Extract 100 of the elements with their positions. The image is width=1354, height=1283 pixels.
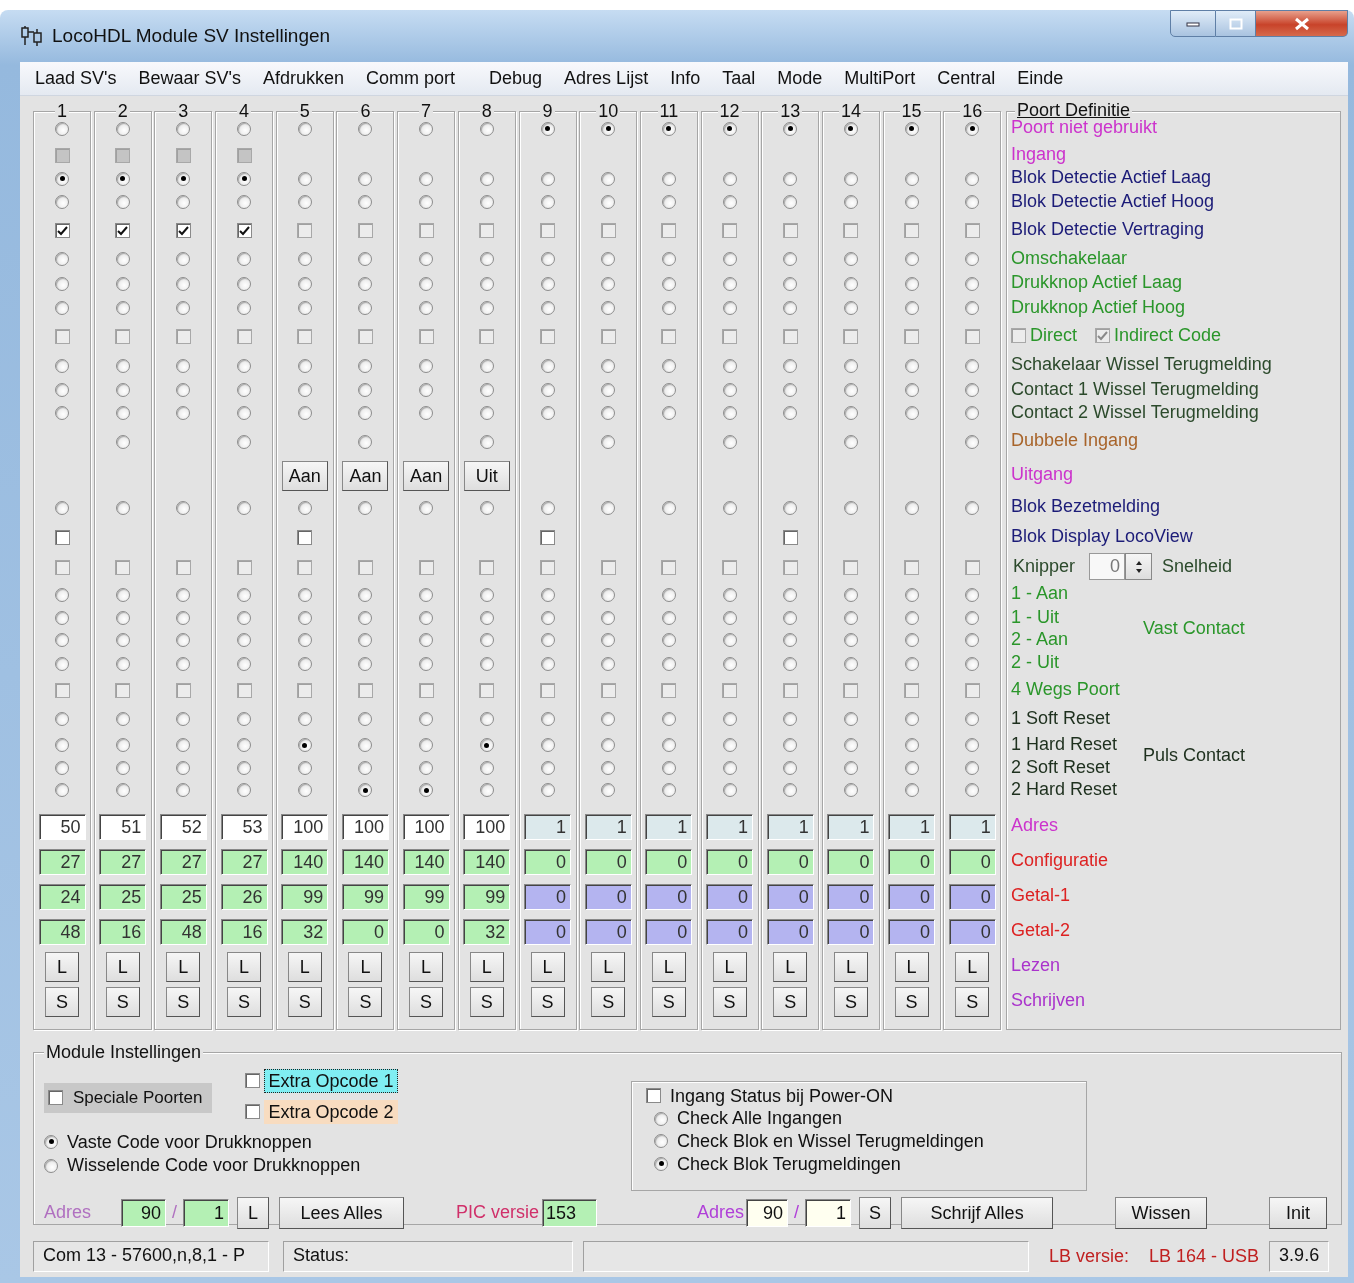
radio-button[interactable] bbox=[115, 301, 130, 315]
radio-button[interactable] bbox=[540, 301, 555, 315]
radio-button[interactable] bbox=[176, 171, 191, 186]
radio-button[interactable] bbox=[722, 195, 737, 209]
clear-button[interactable]: Wissen bbox=[1115, 1196, 1208, 1229]
checkbox[interactable] bbox=[54, 223, 70, 238]
value-field[interactable]: 52 bbox=[159, 813, 207, 840]
value-field[interactable]: 0 bbox=[706, 848, 754, 875]
radio-button[interactable] bbox=[843, 633, 858, 647]
menu-item[interactable]: Comm port bbox=[355, 68, 467, 89]
radio-button[interactable] bbox=[55, 611, 69, 625]
radio-button[interactable] bbox=[783, 712, 798, 726]
radio-button[interactable] bbox=[661, 121, 676, 136]
radio-button[interactable] bbox=[661, 301, 676, 315]
radio-button[interactable] bbox=[419, 633, 434, 647]
radio-button[interactable] bbox=[55, 656, 69, 671]
radio-button[interactable] bbox=[722, 301, 737, 315]
radio-button[interactable] bbox=[601, 121, 616, 136]
value-field[interactable]: 99 bbox=[402, 883, 450, 910]
write-button[interactable]: S bbox=[591, 986, 626, 1017]
radio-button[interactable] bbox=[904, 301, 919, 315]
radio-button[interactable] bbox=[479, 383, 494, 397]
radio-button[interactable] bbox=[843, 656, 858, 671]
checkbox[interactable] bbox=[782, 529, 798, 545]
menu-item[interactable]: Bewaar SV's bbox=[127, 68, 252, 89]
value-field[interactable]: 1 bbox=[766, 813, 814, 840]
radio-button[interactable] bbox=[601, 301, 616, 315]
radio-button[interactable] bbox=[722, 633, 737, 647]
value-field[interactable]: 99 bbox=[463, 883, 511, 910]
radio-button[interactable] bbox=[722, 406, 737, 420]
read-button[interactable]: L bbox=[469, 951, 504, 982]
value-field[interactable]: 24 bbox=[38, 883, 86, 910]
checkbox[interactable] bbox=[54, 529, 70, 545]
radio-button[interactable] bbox=[297, 738, 312, 752]
value-field[interactable]: 0 bbox=[766, 918, 814, 945]
radio-button[interactable] bbox=[237, 276, 252, 291]
radio-button[interactable] bbox=[297, 783, 312, 797]
write-button[interactable]: S bbox=[166, 986, 201, 1017]
radio-button[interactable] bbox=[722, 783, 737, 797]
radio-button[interactable] bbox=[601, 195, 616, 209]
radio-button[interactable] bbox=[601, 500, 616, 515]
radio-button[interactable] bbox=[661, 761, 676, 775]
radio-button[interactable] bbox=[358, 358, 373, 373]
radio-button[interactable] bbox=[601, 434, 616, 449]
radio-button[interactable] bbox=[965, 252, 980, 266]
radio-button[interactable] bbox=[601, 587, 616, 602]
radio-button[interactable] bbox=[904, 656, 919, 671]
radio-button[interactable] bbox=[55, 171, 69, 186]
read-button[interactable]: L bbox=[833, 951, 868, 982]
write-button[interactable]: S bbox=[955, 986, 990, 1017]
radio-button[interactable] bbox=[176, 121, 191, 136]
write-button[interactable]: S bbox=[409, 986, 444, 1017]
radio-button[interactable] bbox=[176, 738, 191, 752]
checkbox[interactable] bbox=[236, 223, 252, 238]
radio-button[interactable] bbox=[661, 587, 676, 602]
radio-button[interactable] bbox=[843, 406, 858, 420]
radio-button[interactable] bbox=[722, 171, 737, 186]
radio-button[interactable] bbox=[843, 121, 858, 136]
read-button[interactable]: L bbox=[348, 951, 383, 982]
value-field[interactable]: 0 bbox=[827, 883, 875, 910]
value-field[interactable]: 0 bbox=[948, 883, 996, 910]
value-field[interactable]: 0 bbox=[827, 918, 875, 945]
radio-button[interactable] bbox=[115, 171, 130, 186]
radio-button[interactable] bbox=[115, 252, 130, 266]
checkbox[interactable] bbox=[115, 223, 131, 238]
value-field[interactable]: 1 bbox=[888, 813, 936, 840]
radio-button[interactable] bbox=[843, 611, 858, 625]
radio-button[interactable] bbox=[237, 738, 252, 752]
radio-button[interactable] bbox=[904, 712, 919, 726]
radio-button[interactable] bbox=[176, 500, 191, 515]
radio-button[interactable] bbox=[479, 712, 494, 726]
radio-button[interactable] bbox=[904, 406, 919, 420]
radio-button[interactable] bbox=[965, 121, 980, 136]
value-field[interactable]: 0 bbox=[524, 918, 571, 945]
radio-button[interactable] bbox=[479, 783, 494, 797]
radio-button[interactable] bbox=[176, 276, 191, 291]
minimize-button[interactable] bbox=[1170, 10, 1216, 37]
read-button[interactable]: L bbox=[955, 951, 990, 982]
radio-button[interactable] bbox=[904, 276, 919, 291]
radio-button[interactable] bbox=[904, 195, 919, 209]
value-field[interactable]: 32 bbox=[281, 918, 329, 945]
radio-button[interactable] bbox=[358, 587, 373, 602]
radio-button[interactable] bbox=[540, 406, 555, 420]
radio-button[interactable] bbox=[419, 587, 434, 602]
radio-button[interactable] bbox=[965, 171, 980, 186]
radio-button[interactable] bbox=[358, 434, 373, 449]
read-button[interactable]: L bbox=[237, 1196, 270, 1229]
radio-button[interactable] bbox=[176, 656, 191, 671]
radio-button[interactable] bbox=[237, 358, 252, 373]
radio-button[interactable] bbox=[783, 406, 798, 420]
radio-button[interactable] bbox=[540, 276, 555, 291]
read-button[interactable]: L bbox=[712, 951, 747, 982]
radio-button[interactable] bbox=[115, 500, 130, 515]
radio-button[interactable] bbox=[419, 738, 434, 752]
radio-button[interactable] bbox=[783, 611, 798, 625]
radio-button[interactable] bbox=[479, 195, 494, 209]
radio-button[interactable] bbox=[783, 121, 798, 136]
write-button[interactable]: S bbox=[712, 986, 747, 1017]
radio-button[interactable] bbox=[540, 761, 555, 775]
radio-button[interactable] bbox=[601, 761, 616, 775]
